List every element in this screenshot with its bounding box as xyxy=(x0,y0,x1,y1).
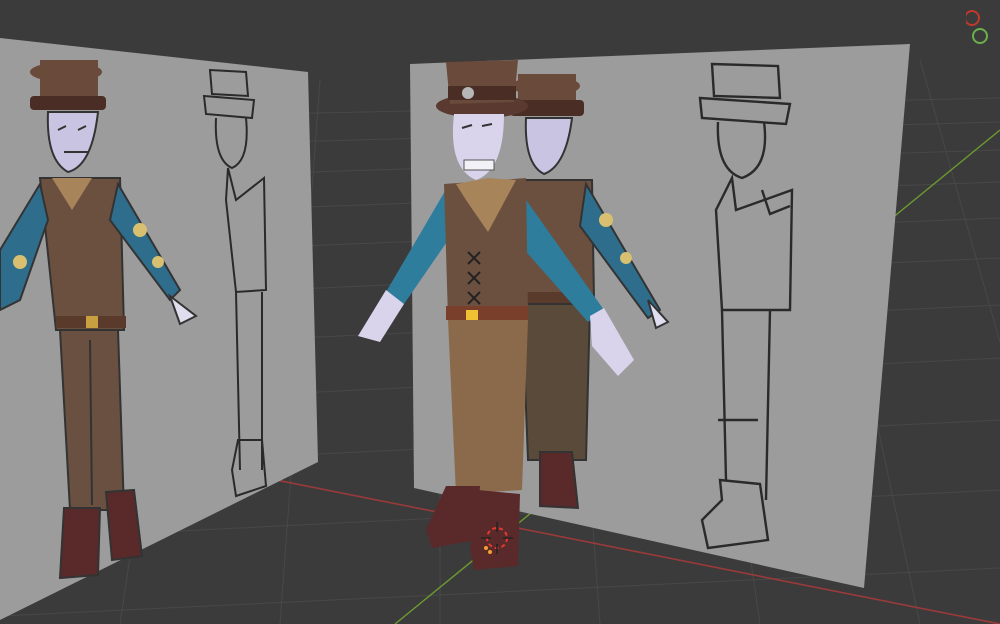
hat-buckle xyxy=(462,87,474,99)
3d-viewport[interactable] xyxy=(0,0,1000,624)
belt xyxy=(446,306,528,320)
right-boot xyxy=(470,490,520,570)
navigation-gizmo-icon[interactable] xyxy=(966,8,1000,48)
pants xyxy=(448,320,528,494)
hat-band xyxy=(448,86,516,100)
